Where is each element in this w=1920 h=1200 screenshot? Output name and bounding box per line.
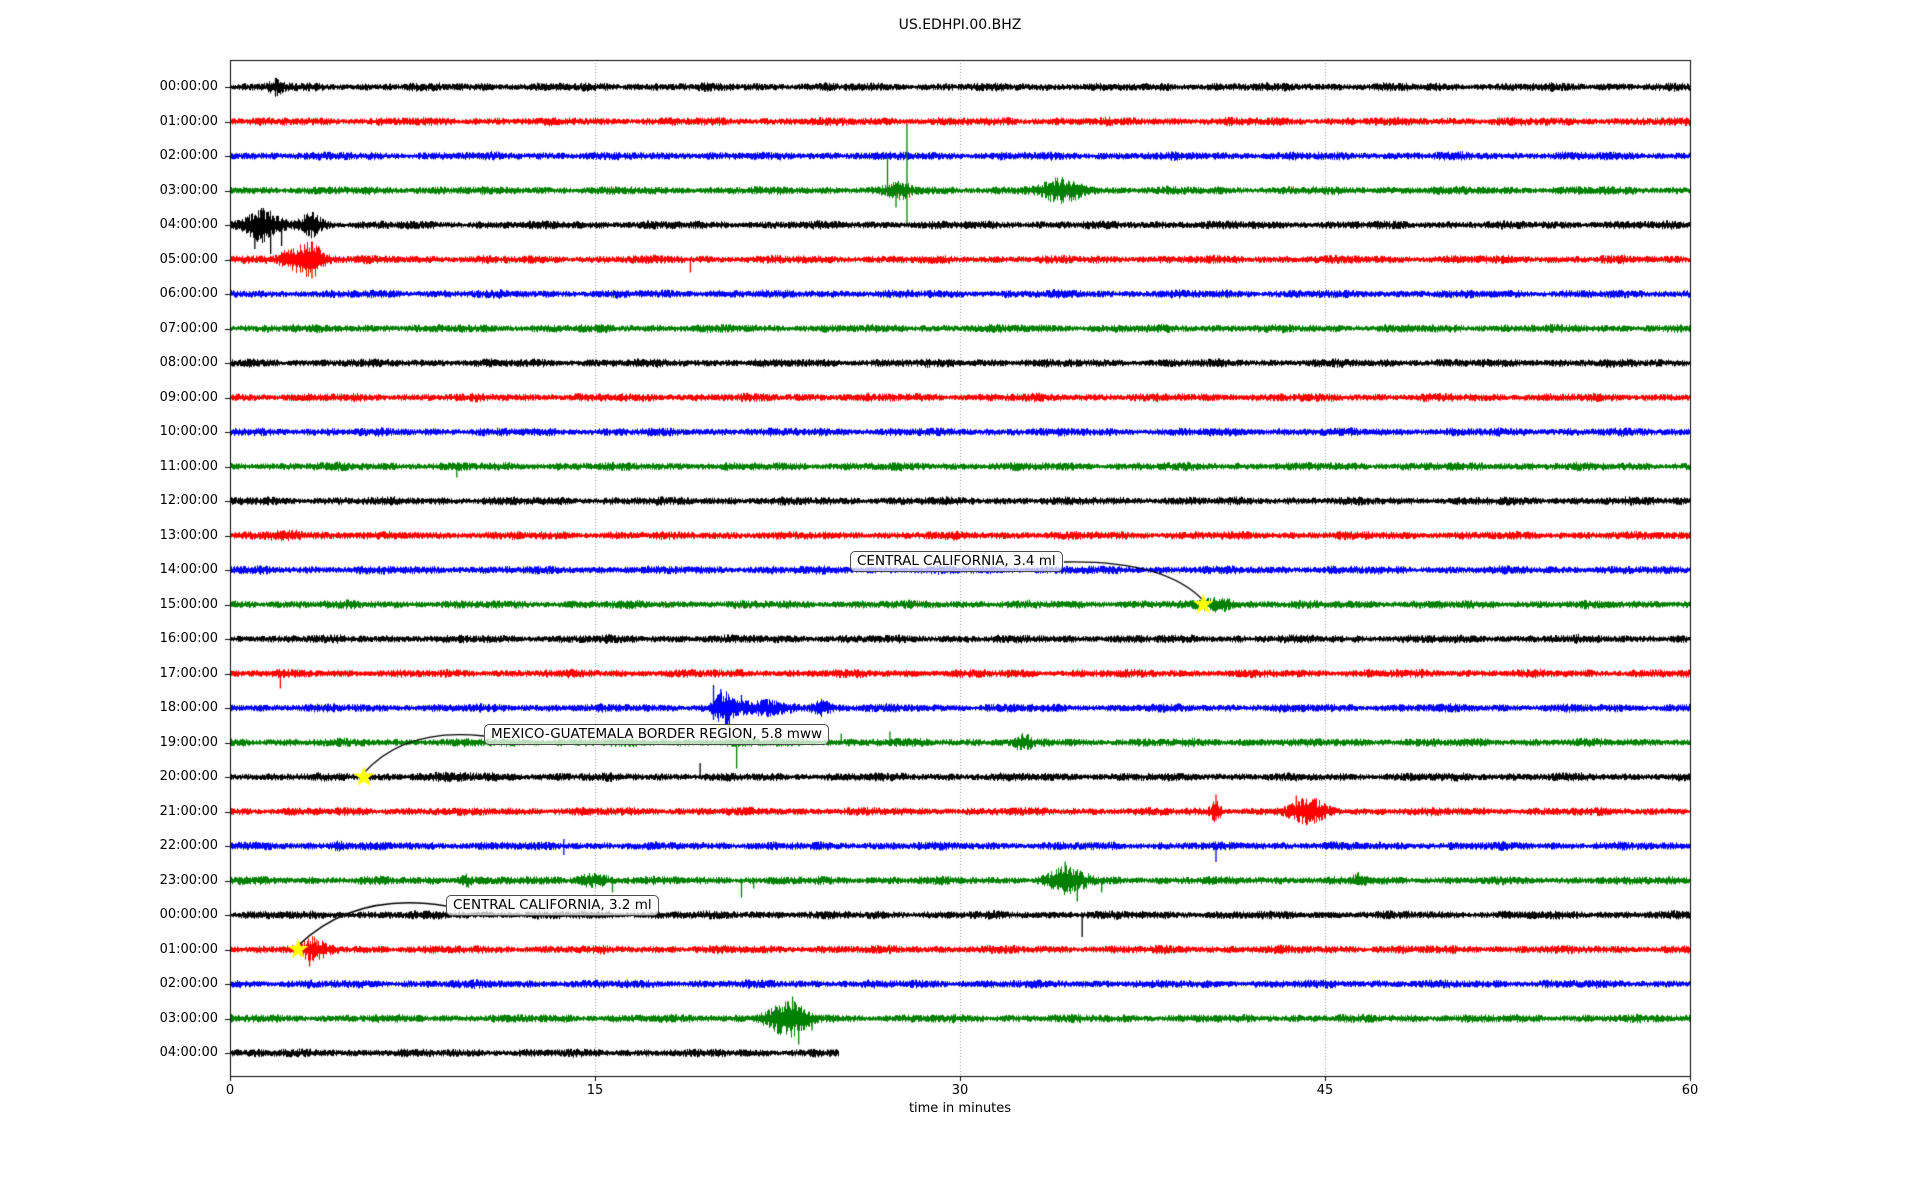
y-axis-label: 03:00:00 — [159, 1010, 218, 1026]
y-axis-label: 08:00:00 — [159, 355, 218, 370]
y-axis-label: 00:00:00 — [159, 79, 218, 94]
y-axis-label: 09:00:00 — [159, 389, 218, 405]
y-axis-label: 02:00:00 — [159, 148, 218, 163]
plot-title: US.EDHPI.00.BHZ — [898, 17, 1022, 33]
y-axis-label: 16:00:00 — [159, 631, 218, 646]
y-axis-label: 14:00:00 — [159, 562, 218, 577]
x-tick-label: 60 — [1681, 1083, 1699, 1098]
x-tick-label: 45 — [1316, 1083, 1334, 1098]
x-tick-label: 0 — [225, 1083, 235, 1098]
annotation-label: CENTRAL CALIFORNIA, 3.4 ml — [850, 551, 1063, 572]
y-axis-label: 00:00:00 — [159, 907, 218, 922]
x-axis-label: time in minutes — [908, 1101, 1012, 1116]
y-axis-label: 02:00:00 — [159, 976, 218, 991]
y-axis-label: 23:00:00 — [159, 872, 218, 888]
y-axis-label: 17:00:00 — [159, 665, 218, 681]
y-axis-label: 04:00:00 — [159, 217, 218, 232]
y-axis-label: 05:00:00 — [159, 251, 218, 267]
annotation-label: MEXICO-GUATEMALA BORDER REGION, 5.8 mww — [484, 724, 830, 745]
y-axis-label: 01:00:00 — [159, 941, 218, 957]
y-axis-label: 19:00:00 — [159, 734, 218, 750]
y-axis-label: 12:00:00 — [159, 493, 218, 508]
y-axis-label: 04:00:00 — [159, 1045, 218, 1060]
y-axis-label: 03:00:00 — [159, 182, 218, 198]
y-axis-label: 10:00:00 — [159, 424, 218, 439]
y-axis-label: 20:00:00 — [159, 769, 218, 784]
y-axis-label: 21:00:00 — [159, 803, 218, 819]
y-axis-label: 07:00:00 — [159, 320, 218, 336]
y-axis-label: 22:00:00 — [159, 838, 218, 853]
x-tick-label: 15 — [586, 1083, 604, 1098]
seismogram-window: US.EDHPI.00.BHZ time in minutes 00:00:00… — [0, 0, 1920, 1200]
y-axis-label: 11:00:00 — [159, 458, 218, 474]
annotation-label: CENTRAL CALIFORNIA, 3.2 ml — [446, 895, 659, 916]
y-axis-label: 01:00:00 — [159, 113, 218, 129]
y-axis-label: 18:00:00 — [159, 700, 218, 715]
y-axis-label: 13:00:00 — [159, 527, 218, 543]
y-axis-label: 06:00:00 — [159, 286, 218, 301]
seismogram-canvas — [0, 0, 1920, 1200]
y-axis-label: 15:00:00 — [159, 596, 218, 612]
x-tick-label: 30 — [951, 1083, 969, 1098]
